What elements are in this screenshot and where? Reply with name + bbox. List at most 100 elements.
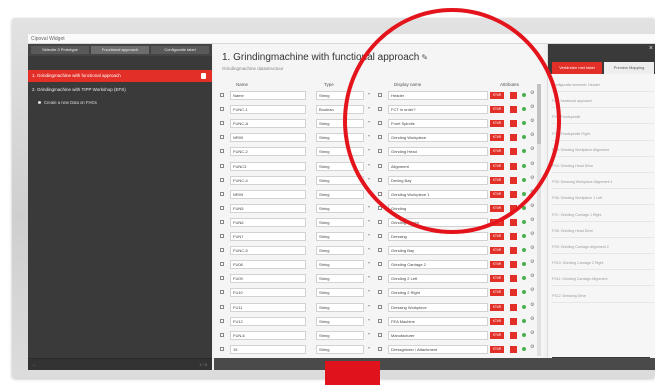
color-square-icon[interactable] bbox=[510, 345, 517, 353]
row-checkbox[interactable] bbox=[220, 332, 224, 337]
chevron-down-icon[interactable]: ▾ bbox=[368, 288, 370, 293]
settings-icon[interactable]: ⚙ bbox=[530, 302, 534, 308]
settings-icon[interactable]: ⚙ bbox=[530, 287, 534, 293]
color-square-icon[interactable] bbox=[510, 218, 517, 226]
field-type-select[interactable]: String bbox=[316, 288, 364, 298]
field-name-input[interactable]: FUNC-2 bbox=[230, 147, 306, 157]
chevron-down-icon[interactable]: ▾ bbox=[368, 218, 370, 223]
attribute-tag[interactable]: KT#R bbox=[490, 233, 504, 240]
required-checkbox[interactable] bbox=[378, 346, 382, 351]
attribute-tag[interactable]: KT#R bbox=[490, 289, 504, 297]
mapping-list-item[interactable]: FS5: Dressing Workpiece Alignment 1 bbox=[552, 175, 654, 190]
settings-icon[interactable]: ⚙ bbox=[530, 344, 534, 350]
field-type-select[interactable]: String bbox=[316, 330, 364, 340]
settings-icon[interactable]: ⚙ bbox=[530, 330, 534, 336]
display-name-input[interactable]: Dressing bbox=[388, 232, 488, 241]
settings-icon[interactable]: ⚙ bbox=[530, 231, 534, 237]
row-checkbox[interactable] bbox=[220, 177, 224, 182]
field-name-input[interactable]: 15 bbox=[230, 344, 306, 354]
field-type-select[interactable]: String bbox=[316, 274, 364, 284]
field-type-select[interactable]: String bbox=[316, 189, 364, 199]
attribute-tag[interactable]: KT#R bbox=[490, 303, 504, 311]
color-square-icon[interactable] bbox=[510, 331, 517, 339]
display-name-input[interactable]: Grinding Bay bbox=[388, 246, 488, 256]
mapping-list-item[interactable]: FS2: Frontspindle Right bbox=[552, 127, 654, 141]
required-checkbox[interactable] bbox=[378, 262, 382, 267]
display-name-input[interactable]: Dressing Workpiece bbox=[388, 302, 488, 312]
table-row[interactable]: FUN-6 String ▾ Manufacturer KT#R ⚙ bbox=[220, 330, 538, 341]
chevron-down-icon[interactable]: ▾ bbox=[368, 331, 370, 336]
required-checkbox[interactable] bbox=[378, 332, 382, 337]
field-name-input[interactable]: Name bbox=[230, 91, 306, 100]
sidebar-tab-config[interactable]: Configuratie tabel bbox=[151, 46, 209, 54]
sidebar-item-grindingmachine-tipp[interactable]: 2. Grindingmachine with TIPP Workshop (E… bbox=[28, 84, 212, 96]
row-checkbox[interactable] bbox=[220, 304, 224, 309]
field-name-input[interactable]: FU10 bbox=[230, 288, 306, 298]
settings-icon[interactable]: ⚙ bbox=[530, 259, 534, 265]
table-row[interactable]: FU10 String ▾ Grinding 2 Right KT#R ⚙ bbox=[220, 287, 538, 298]
color-square-icon[interactable] bbox=[510, 233, 517, 240]
table-row[interactable]: FU11 String ▾ Dressing Workpiece KT#R ⚙ bbox=[220, 302, 538, 313]
sidebar-subitem-create[interactable]: Create a new Data on FHGs bbox=[28, 98, 212, 108]
color-square-icon[interactable] bbox=[510, 261, 517, 269]
close-icon[interactable]: × bbox=[649, 45, 653, 52]
display-name-input[interactable]: FEA Machine bbox=[388, 316, 488, 326]
row-checkbox[interactable] bbox=[220, 149, 224, 154]
attribute-tag[interactable]: KT#R bbox=[490, 275, 504, 283]
required-checkbox[interactable] bbox=[378, 276, 382, 281]
row-checkbox[interactable] bbox=[220, 290, 224, 295]
tab-connect-table[interactable]: Verbinden met tabel bbox=[552, 62, 602, 74]
mapping-list-item[interactable]: FS10: Grinding Carriage 2 Right bbox=[552, 256, 654, 271]
table-row[interactable]: FUN7 String ▾ Dressing KT#R ⚙ bbox=[220, 231, 538, 242]
row-checkbox[interactable] bbox=[220, 205, 224, 210]
display-name-input[interactable]: Grinding 2 Left bbox=[388, 274, 488, 284]
row-checkbox[interactable] bbox=[220, 318, 224, 323]
field-name-input[interactable]: FUNC-4 bbox=[230, 175, 306, 185]
display-name-input[interactable]: Manufacturer bbox=[388, 330, 488, 340]
field-name-input[interactable]: FU08 bbox=[230, 260, 306, 270]
field-type-select[interactable]: String bbox=[316, 217, 364, 227]
color-square-icon[interactable] bbox=[510, 289, 517, 297]
mapping-list-item[interactable]: FS1: Frontspindle bbox=[552, 110, 654, 125]
mapping-list-item[interactable]: FS12: Dressing Drive bbox=[552, 289, 654, 303]
table-row[interactable]: 15 String ▾ Dressgrinder / Attachment KT#R ⚙ bbox=[220, 344, 538, 355]
row-checkbox[interactable] bbox=[220, 121, 224, 126]
field-type-select[interactable]: String bbox=[316, 260, 364, 270]
required-checkbox[interactable] bbox=[378, 318, 382, 323]
field-name-input[interactable]: FUN-6 bbox=[230, 330, 306, 340]
chevron-down-icon[interactable]: ▾ bbox=[368, 274, 370, 279]
required-checkbox[interactable] bbox=[378, 304, 382, 309]
attribute-tag[interactable]: KT#R bbox=[490, 261, 504, 269]
mapping-list-item[interactable]: FS7: Grinding Carriage 1 Right bbox=[552, 208, 654, 222]
mapping-list-item[interactable]: Configuratie kenmerk: Header bbox=[552, 78, 654, 92]
field-name-input[interactable]: FU09 bbox=[230, 274, 306, 284]
color-square-icon[interactable] bbox=[510, 303, 517, 311]
field-name-input[interactable]: FU11 bbox=[230, 302, 306, 312]
chevron-down-icon[interactable]: ▾ bbox=[368, 260, 370, 265]
tab-preview-mapping[interactable]: Preview Mapping bbox=[604, 62, 654, 74]
row-checkbox[interactable] bbox=[220, 276, 224, 281]
row-checkbox[interactable] bbox=[220, 248, 224, 253]
chevron-down-icon[interactable]: ▾ bbox=[368, 232, 370, 237]
attribute-tag[interactable]: KT#R bbox=[490, 331, 504, 339]
sidebar-tab-prototype[interactable]: Selectie 3 Prototype bbox=[31, 46, 89, 54]
mapping-list-item[interactable]: FS6: Grinding Workpiece 1 Left bbox=[552, 191, 654, 206]
chevron-down-icon[interactable]: ▾ bbox=[368, 317, 370, 322]
field-type-select[interactable]: String bbox=[316, 302, 364, 312]
table-row[interactable]: FU12 String ▾ FEA Machine KT#R ⚙ bbox=[220, 316, 538, 327]
sidebar-item-grindingmachine-functional[interactable]: 1. Grindingmachine with functional appro… bbox=[28, 70, 212, 82]
settings-icon[interactable]: ⚙ bbox=[530, 245, 534, 251]
required-checkbox[interactable] bbox=[378, 219, 382, 224]
field-type-select[interactable]: String bbox=[316, 246, 364, 256]
row-checkbox[interactable] bbox=[220, 219, 224, 224]
mapping-list-item[interactable]: FCT: functional approach bbox=[552, 94, 654, 109]
field-name-input[interactable]: FUN5 bbox=[230, 203, 306, 213]
color-square-icon[interactable] bbox=[510, 275, 517, 283]
settings-icon[interactable]: ⚙ bbox=[530, 316, 534, 322]
attribute-tag[interactable]: KT#R bbox=[490, 345, 504, 353]
field-name-input[interactable]: NR09 bbox=[230, 189, 306, 199]
display-name-input[interactable]: Dressgrinder / Attachment bbox=[388, 344, 488, 354]
field-type-select[interactable]: String bbox=[316, 316, 364, 326]
mapping-list-item[interactable]: FS11: Grinding Carriage Alignment bbox=[552, 272, 654, 287]
row-checkbox[interactable] bbox=[220, 262, 224, 267]
